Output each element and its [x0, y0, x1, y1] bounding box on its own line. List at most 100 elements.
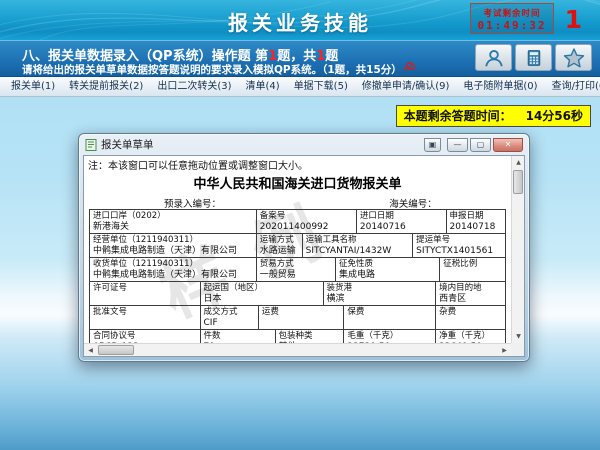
table-cell: 贸易方式一般贸易	[256, 257, 335, 281]
table-cell: 申报日期20140718	[446, 209, 506, 233]
cell-label: 许可证号	[93, 283, 197, 294]
menu-item[interactable]: 清单(4)	[239, 77, 287, 97]
cell-label: 境内目的地	[439, 283, 502, 294]
minimize-button[interactable]: —	[447, 138, 468, 152]
menu-item[interactable]: 修撤单申请/确认(9)	[355, 77, 457, 97]
cell-label: 装货港	[327, 283, 433, 294]
table-cell: 运费	[258, 305, 343, 329]
cell-label: 件数	[204, 331, 272, 342]
table-row: 进口口岸（0202）新港海关备案号202011400992进口日期2014071…	[89, 209, 506, 233]
cell-value: 20140716	[360, 222, 443, 233]
table-cell: 装货港横滨	[323, 281, 436, 305]
window-pin-button[interactable]: ▣	[424, 138, 441, 152]
vertical-scrollbar[interactable]: ▲ ▼	[511, 156, 524, 343]
cell-label: 运输工具名称	[306, 235, 410, 246]
cell-value: 202011400992	[260, 222, 353, 233]
menu-item[interactable]: 电子随附单据(0)	[456, 77, 544, 97]
table-cell: 运输工具名称SITCYANTAI/1432W	[302, 233, 413, 257]
declaration-form: 中华人民共和国海关进口货物报关单 预录入编号： 海关编号： 进口口岸（0202）…	[84, 171, 511, 343]
cell-label: 进口日期	[360, 211, 443, 222]
form-title: 中华人民共和国海关进口货物报关单	[89, 173, 506, 192]
window-titlebar[interactable]: 报关单草单 ▣ — ▢ ✕	[83, 135, 525, 154]
table-cell: 进口日期20140716	[356, 209, 446, 233]
horizontal-scroll-thumb[interactable]	[98, 345, 134, 355]
table-cell: 收货单位（1211940311）中鹘集成电路制造（天津）有限公司	[89, 257, 256, 281]
cell-value: 20140718	[450, 222, 502, 233]
window-title: 报关单草单	[101, 137, 154, 152]
scroll-left-arrow[interactable]: ◀	[84, 344, 97, 357]
cell-label: 备案号	[260, 211, 353, 222]
calculator-icon	[524, 48, 544, 68]
cell-value: 水路运输	[260, 246, 299, 257]
user-button[interactable]	[475, 44, 512, 71]
cell-label: 运费	[262, 307, 340, 318]
cell-label: 经营单位（1211940311）	[93, 235, 253, 246]
menu-item[interactable]: 报关单(1)	[4, 77, 62, 97]
table-cell: 合同协议号ABCD-123	[89, 329, 200, 343]
menu-item[interactable]: 转关提前报关(2)	[62, 77, 150, 97]
table-cell: 征免性质集成电路	[335, 257, 439, 281]
header-toolbar	[475, 44, 592, 71]
document-icon	[85, 139, 97, 151]
scroll-right-arrow[interactable]: ▶	[498, 344, 511, 357]
menu-item[interactable]: 单据下载(5)	[287, 77, 355, 97]
cell-label: 净重（千克）	[439, 331, 502, 342]
vertical-scroll-thumb[interactable]	[513, 170, 523, 194]
declaration-draft-window: 报关单草单 ▣ — ▢ ✕ 注：本该窗口可以任意拖动位置或调整窗口大小。 样例 …	[78, 133, 530, 362]
horizontal-scrollbar[interactable]: ◀ ▶	[84, 343, 511, 356]
window-content: 注：本该窗口可以任意拖动位置或调整窗口大小。 样例 中华人民共和国海关进口货物报…	[83, 155, 525, 357]
question-timer-banner: 本题剩余答题时间：14分56秒	[396, 105, 591, 127]
cell-label: 毛重（千克）	[347, 331, 432, 342]
table-cell: 包装种类其他	[275, 329, 344, 343]
star-icon	[562, 46, 586, 70]
favorite-button[interactable]	[555, 44, 592, 71]
window-controls: ▣ — ▢ ✕	[424, 138, 523, 152]
cell-label: 进口口岸（0202）	[93, 211, 253, 222]
table-cell: 经营单位（1211940311）中鹘集成电路制造（天津）有限公司	[89, 233, 256, 257]
window-note: 注：本该窗口可以任意拖动位置或调整窗口大小。	[88, 157, 308, 172]
cell-label: 杂费	[439, 307, 502, 318]
question-instruction: 请将给出的报关单草单数据按答题说明的要求录入模拟QP系统。（1题，共15分）	[22, 62, 402, 77]
maximize-button[interactable]: ▢	[470, 138, 491, 152]
table-cell: 提运单号SITYCTX1401561	[412, 233, 506, 257]
red-seal-icon	[402, 58, 418, 74]
cell-label: 运输方式	[260, 235, 299, 246]
table-row: 合同协议号ABCD-123件数79包装种类其他毛重（千克）23739.50净重（…	[89, 329, 506, 343]
table-cell: 毛重（千克）23739.50	[343, 329, 435, 343]
scroll-down-arrow[interactable]: ▼	[512, 330, 525, 343]
calculator-button[interactable]	[515, 44, 552, 71]
menu-item[interactable]: 出口二次转关(3)	[150, 77, 238, 97]
cell-value: 中鹘集成电路制造（天津）有限公司	[93, 246, 253, 257]
question-bar: 八、报关单数据录入（QP系统）操作题 第1题，共1题 请将给出的报关单草单数据按…	[0, 40, 600, 77]
cell-label: 起运国（地区）	[204, 283, 320, 294]
close-button[interactable]: ✕	[493, 138, 523, 152]
table-cell: 运输方式水路运输	[256, 233, 302, 257]
table-cell: 境内目的地西青区	[435, 281, 506, 305]
table-cell: 征税比例	[439, 257, 506, 281]
cell-label: 保费	[347, 307, 432, 318]
exam-timer-box: 考试剩余时间 01:49:32	[470, 3, 554, 34]
customs-number-label: 海关编号：	[389, 196, 437, 210]
cell-label: 征税比例	[443, 259, 502, 270]
table-cell: 许可证号	[89, 281, 200, 305]
menu-item[interactable]: 查询/打印(6)	[545, 77, 600, 97]
table-cell: 起运国（地区）日本	[200, 281, 323, 305]
cell-label: 征免性质	[339, 259, 436, 270]
app-header: 报关业务技能 考试剩余时间 01:49:32 1	[0, 0, 600, 40]
exam-timer-label: 考试剩余时间	[471, 7, 553, 19]
cell-label: 合同协议号	[93, 331, 197, 342]
question-timer-value: 14分56秒	[526, 109, 583, 123]
exam-app: 报关业务技能 考试剩余时间 01:49:32 1 八、报关单数据录入（QP系统）…	[0, 0, 600, 450]
cell-value: CIF	[204, 318, 255, 329]
form-number-row: 预录入编号： 海关编号：	[89, 196, 506, 209]
scroll-up-arrow[interactable]: ▲	[512, 156, 525, 169]
table-row: 批准文号成交方式CIF运费保费杂费	[89, 305, 506, 329]
cell-value: 集成电路	[339, 270, 436, 281]
cell-value: 日本	[204, 294, 320, 305]
cell-value: SITYCTX1401561	[416, 246, 502, 257]
cell-value: 横滨	[327, 294, 433, 305]
table-cell: 杂费	[435, 305, 506, 329]
cell-label: 成交方式	[204, 307, 255, 318]
cell-label: 贸易方式	[260, 259, 332, 270]
scrollbar-corner	[511, 343, 524, 356]
